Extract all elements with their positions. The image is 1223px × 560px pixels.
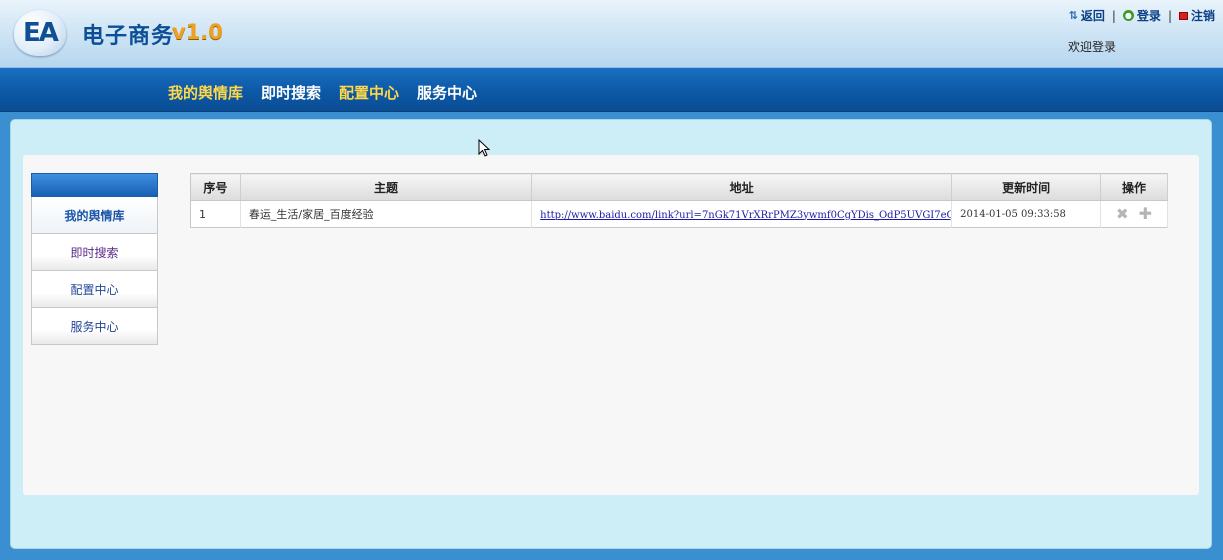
table-header-row: 序号 主题 地址 更新时间 操作 [190, 173, 1168, 201]
logout-icon [1178, 11, 1188, 20]
nav-item-instant-search[interactable]: 即时搜索 [261, 82, 321, 103]
back-arrow-icon: ⇅ [1068, 9, 1078, 22]
table-row: 1 春运_生活/家居_百度经验 http://www.baidu.com/lin… [190, 200, 1168, 228]
logo-version: v1.0 [172, 20, 223, 44]
sidebar-item-service-center[interactable]: 服务中心 [31, 308, 158, 345]
column-header-url: 地址 [531, 173, 953, 201]
sidebar-item-config-center[interactable]: 配置中心 [31, 271, 158, 308]
delete-icon[interactable]: ✖ [1116, 206, 1129, 222]
cell-topic: 春运_生活/家居_百度经验 [240, 200, 533, 228]
cell-updated: 2014-01-05 09:33:58 [951, 200, 1102, 228]
logo-icon: EA [14, 10, 66, 56]
header: EA 电子商务 v1.0 ⇅ 返回 | ● 登录 | 注销 欢迎登录 [0, 0, 1223, 68]
sidebar-header [31, 173, 158, 197]
login-icon: ● [1122, 10, 1134, 21]
column-header-topic: 主题 [240, 173, 533, 201]
sidebar-item-instant-search[interactable]: 即时搜索 [31, 234, 158, 271]
add-icon[interactable]: ✚ [1139, 206, 1152, 222]
logo-title: 电子商务 [82, 24, 175, 49]
nav-item-config-center[interactable]: 配置中心 [339, 82, 399, 103]
column-header-index: 序号 [190, 173, 241, 201]
cell-actions: ✖ ✚ [1100, 200, 1168, 228]
column-header-updated: 更新时间 [951, 173, 1102, 201]
top-links: ⇅ 返回 | ● 登录 | 注销 [1068, 7, 1215, 24]
url-link[interactable]: http://www.baidu.com/link?url=7nGk71VrXR… [540, 210, 951, 221]
login-link[interactable]: ● 登录 [1122, 7, 1161, 24]
nav-item-service-center[interactable]: 服务中心 [417, 82, 477, 103]
sidebar: 我的舆情库 即时搜索 配置中心 服务中心 [31, 173, 158, 345]
opinion-table: 序号 主题 地址 更新时间 操作 1 春运_生活/家居_百度经验 http://… [190, 173, 1168, 228]
welcome-text: 欢迎登录 [1068, 40, 1117, 54]
sidebar-item-opinion-library[interactable]: 我的舆情库 [31, 197, 158, 234]
column-header-actions: 操作 [1100, 173, 1168, 201]
logout-link[interactable]: 注销 [1178, 7, 1215, 24]
back-link[interactable]: ⇅ 返回 [1069, 7, 1105, 24]
cell-index: 1 [190, 200, 241, 228]
main-nav: 我的舆情库 即时搜索 配置中心 服务中心 [0, 68, 1223, 112]
nav-item-opinion-library[interactable]: 我的舆情库 [168, 82, 243, 103]
cell-url: http://www.baidu.com/link?url=7nGk71VrXR… [531, 200, 953, 228]
